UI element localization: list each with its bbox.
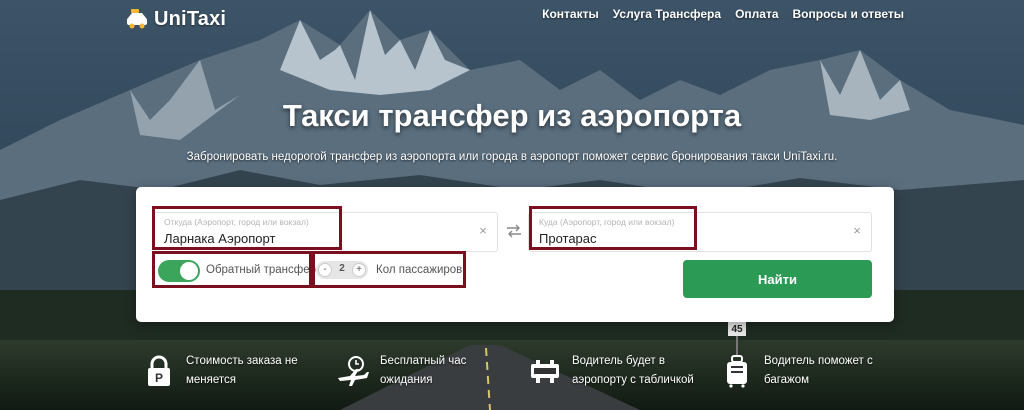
feature-text: Стоимость заказа не [186,355,298,367]
find-button[interactable]: Найти [683,260,872,298]
top-nav: Контакты Услуга Трансфера Оплата Вопросы… [542,7,904,21]
from-placeholder: Откуда (Аэропорт, город или вокзал) [164,217,309,227]
booking-form: Откуда (Аэропорт, город или вокзал) Ларн… [136,187,894,322]
feature-text: Водитель поможет с [764,355,873,367]
swap-direction-icon[interactable] [504,221,524,241]
brand-logo[interactable]: UniTaxi [125,6,226,32]
to-field[interactable]: Куда (Аэропорт, город или вокзал) Протар… [528,212,872,252]
passenger-label: Кол пассажиров [376,264,463,276]
nav-faq[interactable]: Вопросы и ответы [793,7,904,21]
svg-text:P: P [155,371,163,385]
passenger-stepper: - 2 + [316,261,368,279]
clear-from-icon[interactable]: × [477,224,489,237]
page-subtitle: Забронировать недорогой трансфер из аэро… [186,151,838,163]
to-placeholder: Куда (Аэропорт, город или вокзал) [539,217,675,227]
to-value[interactable]: Протарас [539,231,597,246]
feature-text: аэропорту с табличкой [572,374,694,386]
nav-transfer-service[interactable]: Услуга Трансфера [613,7,721,21]
page-title: Такси трансфер из аэропорта [282,98,742,133]
plane-clock-icon [338,356,369,386]
feature-text: багажом [764,374,810,386]
feature-text: Бесплатный час [380,355,467,367]
nav-contacts[interactable]: Контакты [542,7,599,21]
nav-payment[interactable]: Оплата [735,7,778,21]
return-transfer-toggle[interactable] [158,260,200,282]
passenger-plus-button[interactable]: + [352,263,366,277]
sign-board-icon [531,360,559,383]
feature-text: Водитель будет в [572,355,665,367]
feature-text: ожидания [380,374,433,386]
price-lock-icon: P [148,355,170,386]
toggle-knob [180,262,198,280]
return-transfer-label: Обратный трансфер [206,264,316,276]
feature-text: меняется [186,374,237,386]
luggage-icon [727,355,747,388]
clear-to-icon[interactable]: × [851,224,863,237]
from-value[interactable]: Ларнака Аэропорт [164,231,275,246]
svg-text:45: 45 [731,324,743,335]
from-field[interactable]: Откуда (Аэропорт, город или вокзал) Ларн… [153,212,498,252]
brand-name: UniTaxi [154,7,227,30]
taxi-logo-icon [127,9,147,29]
